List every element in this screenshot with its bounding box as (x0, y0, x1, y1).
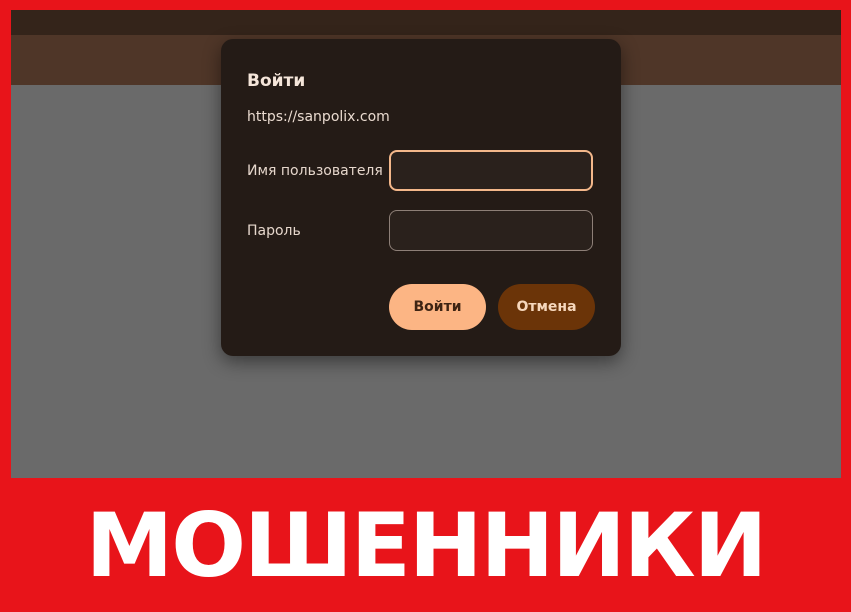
login-dialog: Войти https://sanpolix.com Имя пользоват… (221, 39, 621, 356)
scam-warning-banner: МОШЕННИКИ (85, 493, 768, 597)
login-button[interactable]: Войти (389, 284, 486, 330)
cancel-button[interactable]: Отмена (498, 284, 595, 330)
browser-tab-strip (11, 10, 841, 35)
password-label: Пароль (247, 223, 301, 239)
password-input[interactable] (389, 210, 593, 251)
username-input[interactable] (389, 150, 593, 191)
dialog-origin-url: https://sanpolix.com (247, 109, 390, 125)
browser-screenshot: Войти https://sanpolix.com Имя пользоват… (11, 10, 841, 478)
dialog-title: Войти (247, 71, 306, 91)
username-label: Имя пользователя (247, 163, 383, 179)
